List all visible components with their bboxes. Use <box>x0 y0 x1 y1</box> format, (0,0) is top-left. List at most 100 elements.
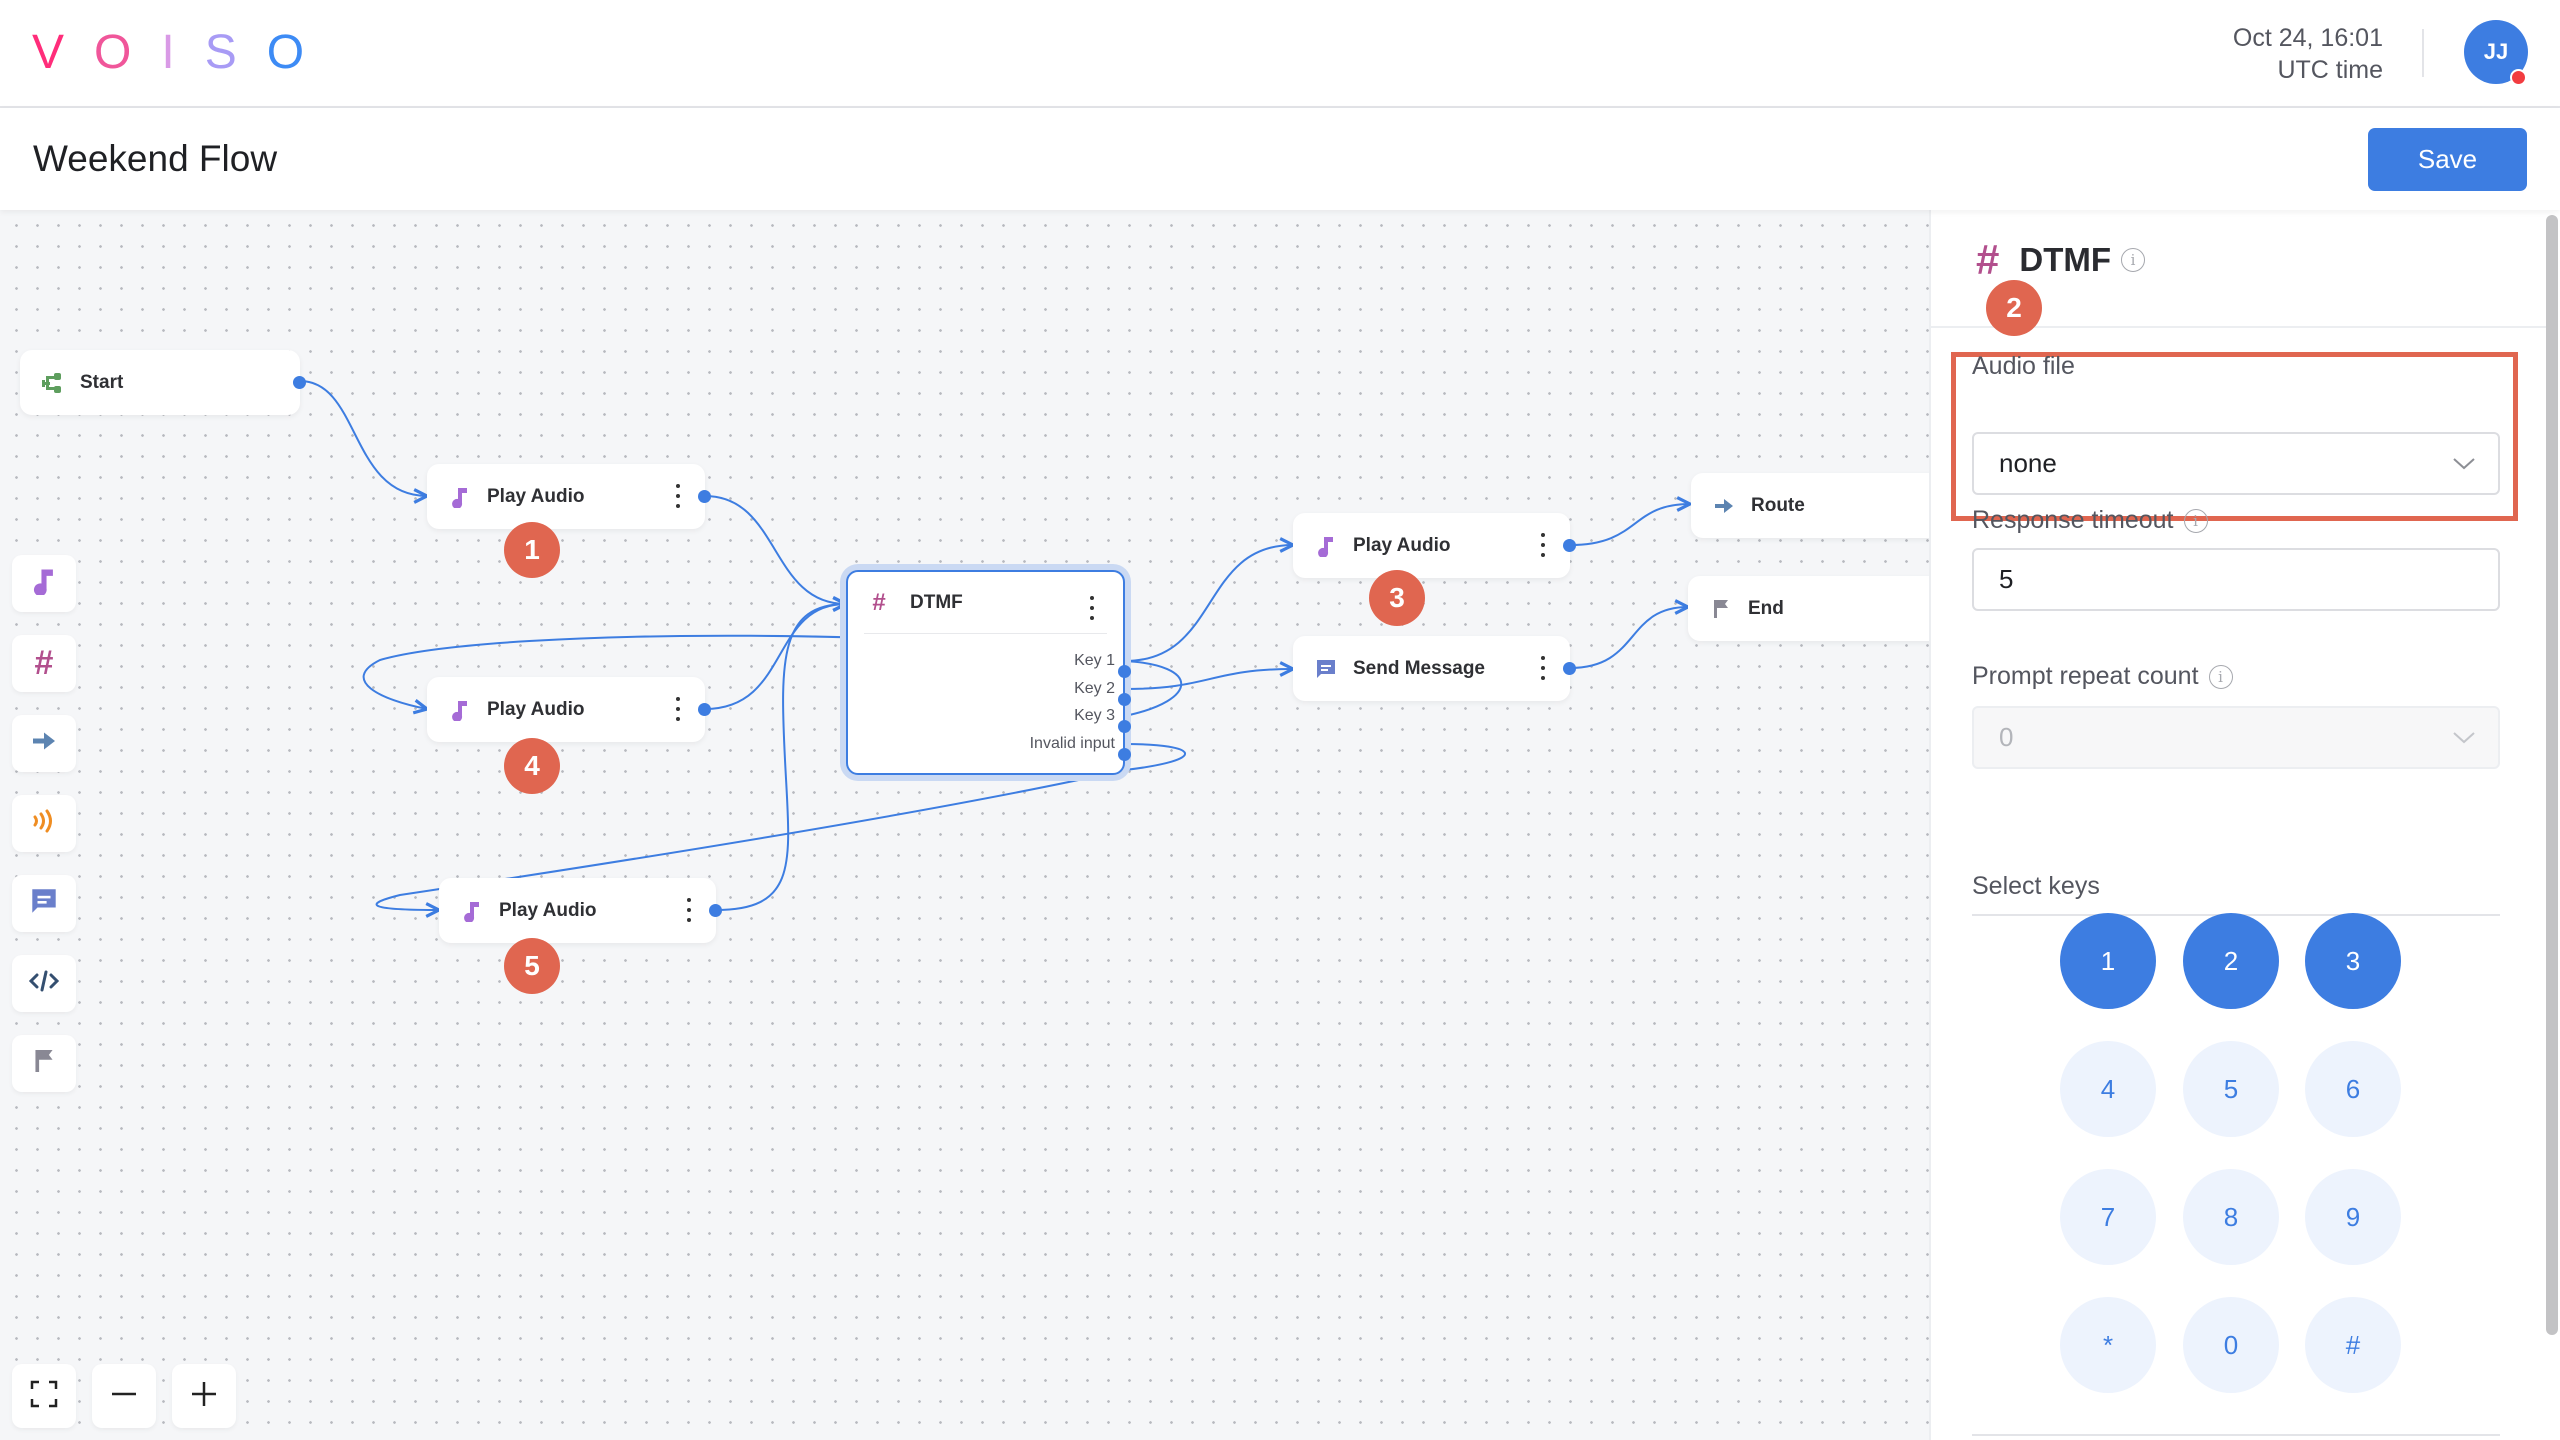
fit-screen-icon <box>30 1380 58 1413</box>
output-port-invalid-input[interactable] <box>1118 748 1131 761</box>
key-button[interactable]: 0 <box>2183 1297 2279 1393</box>
key-button[interactable]: 2 <box>2183 913 2279 1009</box>
clock-date: Oct 24, 16:01 <box>2232 24 2383 52</box>
node-menu-icon[interactable] <box>675 484 681 508</box>
flag-icon <box>33 1048 55 1079</box>
key-button[interactable]: # <box>2305 1297 2401 1393</box>
hash-icon: # <box>872 589 886 616</box>
clock: Oct 24, 16:01 UTC time <box>2233 22 2383 86</box>
logo-letter: V <box>32 26 95 79</box>
flow-canvas[interactable]: Start Play Audio 1 Play Audio 4 Play Aud… <box>0 210 1929 1440</box>
hash-icon: # <box>1976 236 2000 283</box>
panel-scrollbar[interactable] <box>2546 215 2558 1335</box>
key-button[interactable]: 9 <box>2305 1169 2401 1265</box>
edge-send-message-to-end[interactable] <box>1569 607 1688 669</box>
music-note-icon <box>461 900 483 922</box>
signal-waves-icon <box>31 808 57 839</box>
output-port[interactable] <box>293 376 306 389</box>
step-badge-4: 4 <box>504 738 560 794</box>
node-play-audio-4[interactable]: Play Audio <box>427 677 711 742</box>
node-dtmf[interactable]: # DTMF Key 1 Key 2 Key 3 Invalid input <box>846 570 1131 775</box>
output-port[interactable] <box>709 904 722 917</box>
panel-title-text: DTMF <box>2019 241 2111 278</box>
node-menu-icon[interactable] <box>686 898 692 922</box>
edge-play-audio-5-to-dtmf[interactable] <box>715 604 846 911</box>
key-button[interactable]: 8 <box>2183 1169 2279 1265</box>
select-keys-label: Select keys <box>1972 872 2100 901</box>
output-port[interactable] <box>698 490 711 503</box>
edge-key2-to-send-message[interactable] <box>1124 669 1293 690</box>
node-end[interactable]: End <box>1688 576 1929 641</box>
output-port-key-2[interactable] <box>1118 693 1131 706</box>
node-label: Start <box>80 371 124 393</box>
toolbar-dtmf[interactable]: # <box>12 635 76 692</box>
output-port[interactable] <box>698 703 711 716</box>
toolbar-send-message[interactable] <box>12 875 76 932</box>
node-label: Play Audio <box>499 899 597 921</box>
flag-icon <box>1710 598 1732 620</box>
output-port-key-3[interactable] <box>1118 720 1131 733</box>
edge-play-audio-3-to-route[interactable] <box>1569 504 1690 546</box>
info-icon[interactable]: i <box>2121 248 2145 272</box>
node-start[interactable]: Start <box>20 350 306 415</box>
edge-key1-to-play-audio-3[interactable] <box>1124 545 1293 662</box>
music-note-icon <box>32 567 56 600</box>
output-port-key-1[interactable] <box>1118 665 1131 678</box>
node-menu-icon[interactable] <box>1540 533 1546 557</box>
info-icon[interactable]: i <box>2183 508 2208 533</box>
zoom-out-button[interactable] <box>92 1364 156 1428</box>
node-play-audio-3[interactable]: Play Audio <box>1293 513 1576 578</box>
node-play-audio-5[interactable]: Play Audio <box>439 878 722 943</box>
node-label: DTMF <box>910 592 963 613</box>
audio-file-select[interactable]: none <box>1972 432 2500 495</box>
clock-timezone: UTC time <box>2277 56 2383 84</box>
edge-start-to-play-audio-1[interactable] <box>299 380 427 496</box>
select-keys-label-text: Select keys <box>1972 872 2100 900</box>
music-note-icon <box>449 486 471 508</box>
node-menu-icon[interactable] <box>1089 596 1095 620</box>
header-divider <box>2422 29 2424 77</box>
edge-play-audio-1-to-dtmf[interactable] <box>704 495 846 604</box>
key-button[interactable]: 6 <box>2305 1041 2401 1137</box>
key-button[interactable]: 5 <box>2183 1041 2279 1137</box>
toolbar-broadcast[interactable] <box>12 795 76 852</box>
save-button[interactable]: Save <box>2368 128 2527 191</box>
toolbar-code[interactable] <box>12 955 76 1012</box>
arrow-right-icon <box>1713 495 1735 517</box>
output-port[interactable] <box>1563 662 1576 675</box>
fit-screen-button[interactable] <box>12 1364 76 1428</box>
prompt-repeat-label-text: Prompt repeat count <box>1972 662 2199 690</box>
node-play-audio-1[interactable]: Play Audio <box>427 464 711 529</box>
panel-bottom-divider <box>1972 1434 2500 1436</box>
code-icon <box>28 969 60 998</box>
output-key-3: Key 3 <box>1074 707 1115 724</box>
key-button[interactable]: 4 <box>2060 1041 2156 1137</box>
node-divider <box>864 633 1107 634</box>
edge-play-audio-4-to-dtmf[interactable] <box>704 604 846 710</box>
node-menu-icon[interactable] <box>675 697 681 721</box>
zoom-in-button[interactable] <box>172 1364 236 1428</box>
response-timeout-input[interactable]: 5 <box>1972 548 2500 611</box>
voiso-logo[interactable]: V O I S O <box>32 26 334 79</box>
step-badge-1: 1 <box>504 522 560 578</box>
node-send-message[interactable]: Send Message <box>1293 636 1576 701</box>
prompt-repeat-select[interactable]: 0 <box>1972 706 2500 769</box>
output-invalid-input: Invalid input <box>1029 735 1115 752</box>
info-icon[interactable]: i <box>2208 664 2233 689</box>
hash-icon: # <box>34 644 54 682</box>
page-title: Weekend Flow <box>33 138 278 179</box>
key-button[interactable]: * <box>2060 1297 2156 1393</box>
toolbar-end[interactable] <box>12 1035 76 1092</box>
toolbar-play-audio[interactable] <box>12 555 76 612</box>
logo-letter: I <box>161 26 205 79</box>
node-label: Play Audio <box>487 698 585 720</box>
output-port[interactable] <box>1563 539 1576 552</box>
node-route[interactable]: Route <box>1691 473 1929 538</box>
node-menu-icon[interactable] <box>1540 656 1546 680</box>
toolbar-route[interactable] <box>12 715 76 772</box>
logo-letter: O <box>94 26 162 79</box>
key-button[interactable]: 3 <box>2305 913 2401 1009</box>
key-button[interactable]: 7 <box>2060 1169 2156 1265</box>
key-button[interactable]: 1 <box>2060 913 2156 1009</box>
output-key-2: Key 2 <box>1074 680 1115 697</box>
